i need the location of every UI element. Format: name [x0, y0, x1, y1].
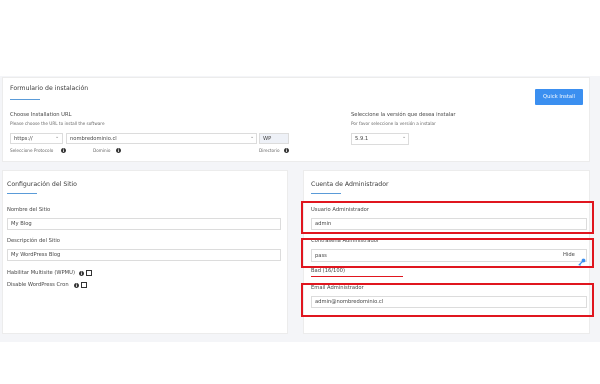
site-desc-input[interactable]: My WordPress Blog	[7, 249, 281, 261]
install-form-title: Formulario de instalación	[10, 85, 89, 92]
password-strength-bar	[311, 276, 403, 277]
multisite-label: Habilitar Multisite (WPMU)	[7, 270, 75, 276]
info-icon[interactable]: i	[116, 148, 121, 153]
install-form-title-underline	[10, 99, 40, 100]
quick-install-button[interactable]: Quick Install	[535, 89, 583, 105]
info-icon[interactable]: i	[284, 148, 289, 153]
version-value: 5.9.1	[355, 136, 369, 142]
domain-caption: Dominio	[93, 148, 111, 153]
site-name-label: Nombre del Sitio	[7, 207, 51, 213]
chevron-down-icon: ⌄	[55, 134, 60, 140]
cron-label: Disable WordPress Cron	[7, 282, 69, 288]
choose-url-label: Choose Installation URL	[10, 112, 72, 118]
password-strength-text: Bad (16/100)	[311, 268, 345, 274]
cron-checkbox[interactable]	[81, 282, 87, 288]
site-config-title: Configuración del Sitio	[7, 181, 77, 188]
version-help: Por favor seleccione la versión a instal…	[351, 121, 436, 126]
info-icon[interactable]: i	[74, 283, 79, 288]
domain-select[interactable]: nombredominio.cl	[66, 133, 257, 144]
directory-value: WP	[263, 135, 272, 142]
chevron-down-icon: ⌄	[250, 134, 255, 140]
bottom-band	[0, 342, 600, 384]
domain-value: nombredominio.cl	[70, 135, 117, 142]
info-icon[interactable]: i	[79, 271, 84, 276]
install-form-card	[2, 77, 590, 162]
choose-url-help: Please choose the URL to install the sof…	[10, 121, 105, 126]
site-name-input[interactable]: My Blog	[7, 218, 281, 230]
directory-input[interactable]: WP	[259, 133, 289, 144]
top-band	[0, 0, 600, 76]
multisite-checkbox[interactable]	[86, 270, 92, 276]
username-highlight-box	[301, 201, 594, 234]
directory-caption: Directorio	[259, 148, 280, 153]
protocol-caption: Seleccione Protocolo	[10, 148, 54, 153]
password-highlight-box	[301, 238, 594, 268]
admin-account-title-underline	[311, 193, 341, 194]
protocol-value: https://	[14, 135, 33, 142]
site-name-value: My Blog	[11, 221, 32, 227]
site-config-title-underline	[7, 193, 37, 194]
email-highlight-box	[301, 283, 594, 317]
site-desc-value: My WordPress Blog	[11, 252, 61, 258]
version-label: Seleccione la versión que desea instalar	[351, 112, 456, 118]
site-desc-label: Descripción del Sitio	[7, 238, 60, 244]
chevron-down-icon: ⌄	[402, 134, 407, 140]
version-select[interactable]: 5.9.1	[351, 133, 409, 145]
admin-account-title: Cuenta de Administrador	[311, 181, 389, 188]
info-icon[interactable]: i	[61, 148, 66, 153]
